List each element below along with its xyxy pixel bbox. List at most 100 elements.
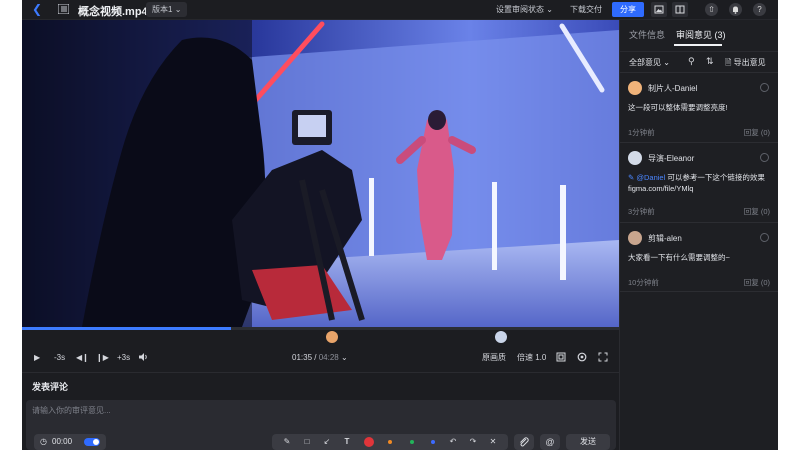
undo-icon[interactable]: ↶ (448, 437, 458, 447)
close-icon[interactable]: ✕ (488, 437, 498, 447)
version-select[interactable]: 版本1 ⌄ (146, 2, 188, 17)
reply-button[interactable]: 回复 (0) (744, 206, 770, 217)
previous-frame-icon[interactable]: ◀❙ (76, 352, 89, 364)
redo-icon[interactable]: ↷ (468, 437, 478, 447)
search-icon[interactable]: ⚲ (688, 56, 695, 67)
comment-text: 大家看一下有什么需要调整的~ (628, 253, 730, 262)
skip-forward-button[interactable]: +3s (117, 352, 130, 364)
comment-author: 剪辑-alen (648, 234, 682, 243)
quality-select[interactable]: 原画质 (482, 352, 506, 364)
video-player[interactable] (22, 20, 619, 327)
comment-composer: ◷ 00:00 ✎ □ ↙ T ↶ ↷ ✕ @ 发送 (26, 400, 616, 450)
color-red-swatch[interactable] (364, 437, 374, 447)
review-status-button[interactable]: 设置审阅状态 ⌄ (496, 2, 553, 17)
pen-annotation-icon: ✎ (628, 173, 635, 182)
version-label: 版本1 (152, 5, 173, 14)
volume-icon[interactable] (138, 352, 149, 366)
avatar (628, 81, 642, 95)
upload-icon[interactable]: ⇧ (705, 3, 718, 16)
filter-label: 全部意见 (629, 58, 661, 67)
image-icon[interactable] (651, 2, 667, 17)
comment-time: 3分钟前 (628, 207, 655, 216)
play-icon[interactable]: ▶ (34, 352, 40, 364)
help-icon[interactable]: ? (753, 3, 766, 16)
comment-item[interactable]: 导演-Eleanor ✎ @Daniel 可以参考一下这个链接的效果 figma… (620, 142, 778, 222)
speed-select[interactable]: 倍速 1.0 (517, 352, 546, 364)
comment-time: 10分钟前 (628, 278, 659, 287)
comment-item[interactable]: 剪辑-alen 大家看一下有什么需要调整的~ 10分钟前 回复 (0) (620, 222, 778, 292)
duration: 04:28 (318, 353, 339, 362)
tab-comments[interactable]: 审阅意见 (3) (676, 28, 726, 41)
resolve-radio[interactable] (760, 83, 769, 92)
comment-author: 导演-Eleanor (648, 154, 695, 163)
paperclip-icon (520, 437, 529, 447)
comment-section-title: 发表评论 (22, 372, 619, 396)
arrow-icon[interactable]: ↙ (322, 437, 332, 447)
skip-back-button[interactable]: -3s (54, 352, 65, 364)
top-bar: ❮ 概念视频.mp4 版本1 ⌄ 设置审阅状态 ⌄ 下载交付 分享 ⇧ ? (22, 0, 778, 20)
current-time: 01:35 (292, 353, 313, 362)
text-tool-icon[interactable]: T (342, 437, 352, 447)
tab-file-info[interactable]: 文件信息 (629, 28, 665, 41)
comment-time: 1分钟前 (628, 128, 655, 137)
comment-text: ✎ @Daniel 可以参考一下这个链接的效果 figma.com/file/Y… (628, 172, 771, 194)
chevron-down-icon: ⌄ (663, 58, 670, 67)
mention-link[interactable]: @Daniel (636, 173, 665, 182)
fit-screen-icon[interactable] (556, 352, 566, 366)
rectangle-icon[interactable]: □ (302, 437, 312, 447)
review-app: ❮ 概念视频.mp4 版本1 ⌄ 设置审阅状态 ⌄ 下载交付 分享 ⇧ ? ▶ … (22, 0, 778, 450)
comment-marker-avatar[interactable] (326, 331, 338, 343)
color-blue-swatch[interactable] (431, 440, 435, 444)
fullscreen-icon[interactable] (598, 352, 608, 366)
comment-author: 制片人-Daniel (648, 84, 698, 93)
comment-marker-avatar[interactable] (495, 331, 507, 343)
video-frame (22, 20, 619, 327)
avatar (628, 231, 642, 245)
attachment-button[interactable] (514, 434, 534, 450)
active-tab-indicator (674, 44, 722, 46)
resolve-radio[interactable] (760, 233, 769, 242)
export-comments-button[interactable]: 🗎 导出意见 (725, 57, 766, 71)
timestamp-toggle[interactable] (84, 438, 100, 446)
comment-list-end-divider (620, 291, 778, 292)
review-panel: 文件信息 审阅意见 (3) 全部意见 ⌄ ⚲ ⇅ 🗎 导出意见 制片人-Dani… (619, 20, 778, 450)
reply-button[interactable]: 回复 (0) (744, 127, 770, 138)
playlist-icon[interactable] (58, 4, 69, 14)
comment-filter-row: 全部意见 ⌄ ⚲ ⇅ 🗎 导出意见 (620, 51, 778, 71)
sort-icon[interactable]: ⇅ (706, 56, 714, 67)
next-frame-icon[interactable]: ❙▶ (96, 352, 109, 364)
chevron-down-icon: ⌄ (174, 5, 182, 14)
settings-icon[interactable] (577, 352, 587, 366)
comment-text: 这一段可以整体需要调整亮度! (628, 103, 728, 112)
chevron-left-icon[interactable]: ❮ (32, 2, 42, 16)
chevron-down-icon: ⌄ (546, 5, 553, 14)
bell-icon[interactable] (729, 3, 742, 16)
color-orange-swatch[interactable] (388, 440, 392, 444)
comment-input[interactable] (32, 406, 592, 415)
resolve-radio[interactable] (760, 153, 769, 162)
pen-icon[interactable]: ✎ (282, 437, 292, 447)
clock-icon: ◷ (40, 437, 47, 446)
comment-item[interactable]: 制片人-Daniel 这一段可以整体需要调整亮度! 1分钟前 回复 (0) (620, 72, 778, 142)
timestamp-toggle-pill[interactable]: ◷ 00:00 (34, 434, 106, 450)
timestamp-label: 00:00 (52, 437, 73, 446)
review-status-label: 设置审阅状态 (496, 5, 544, 14)
export-icon: 🗎 (725, 58, 732, 67)
comment-marker-row (22, 330, 619, 344)
share-button[interactable]: 分享 (612, 2, 644, 17)
reply-button[interactable]: 回复 (0) (744, 277, 770, 288)
send-button[interactable]: 发送 (566, 434, 610, 450)
avatar (628, 151, 642, 165)
time-display[interactable]: 01:35 / 04:28 ⌄ (292, 352, 348, 364)
player-controls: ▶ -3s ◀❙ ❙▶ +3s 01:35 / 04:28 ⌄ 原画质 倍速 1… (22, 346, 619, 370)
chevron-down-icon: ⌄ (340, 353, 348, 362)
color-green-swatch[interactable] (410, 440, 414, 444)
compare-icon[interactable] (672, 2, 688, 17)
download-button[interactable]: 下载交付 (570, 2, 602, 17)
export-label: 导出意见 (733, 58, 766, 67)
comment-filter-select[interactable]: 全部意见 ⌄ (629, 57, 670, 68)
annotation-toolbar: ✎ □ ↙ T ↶ ↷ ✕ (272, 434, 508, 450)
file-title: 概念视频.mp4 (78, 6, 148, 18)
mention-button[interactable]: @ (540, 434, 560, 450)
at-icon: @ (545, 437, 555, 447)
